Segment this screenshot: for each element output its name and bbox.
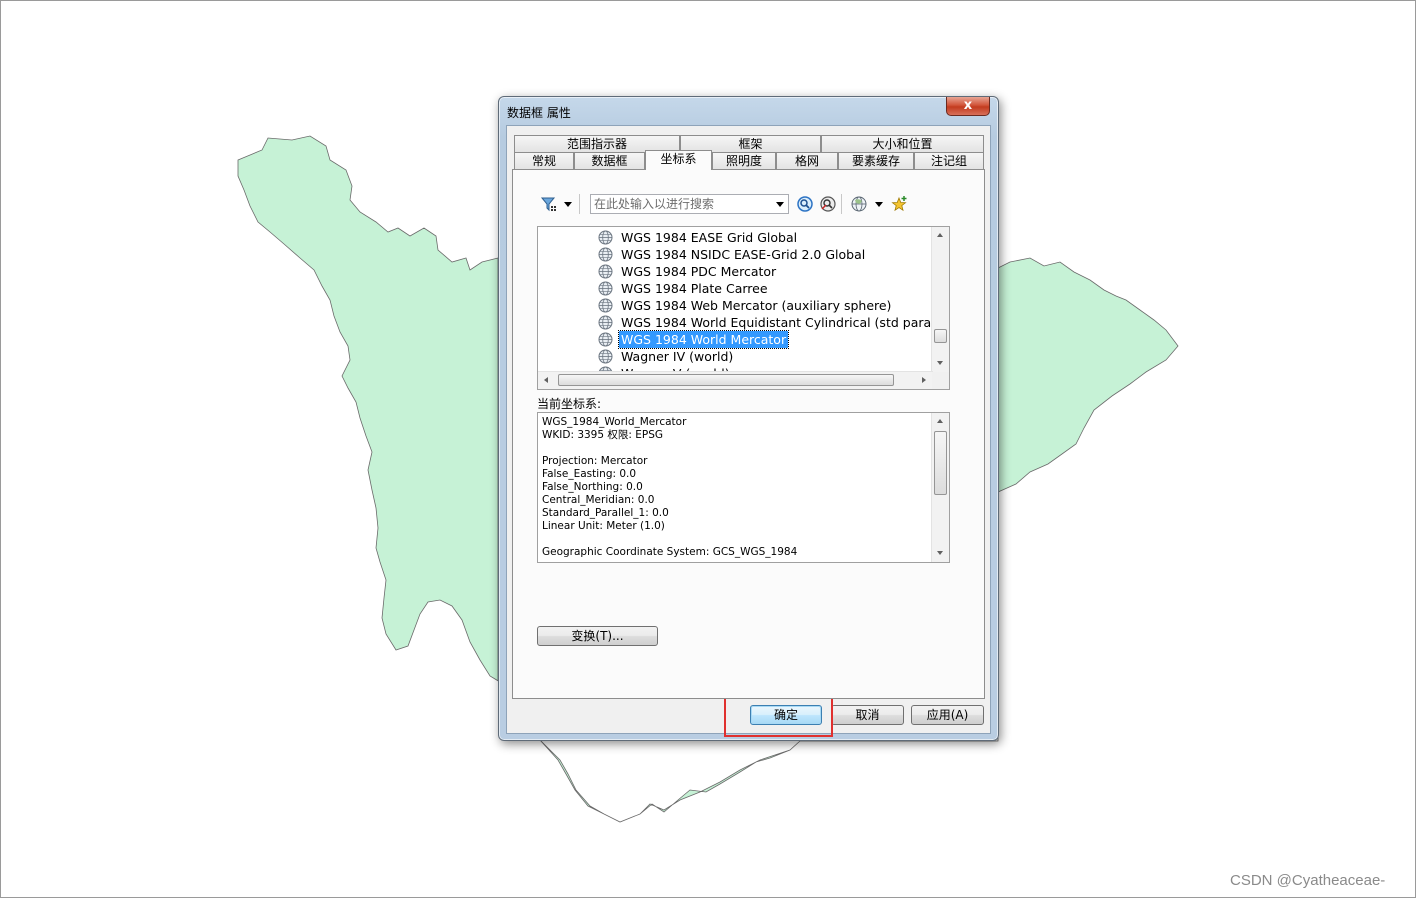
- scroll-right-arrow-icon[interactable]: [922, 377, 926, 383]
- current-cs-label: 当前坐标系:: [537, 397, 602, 411]
- list-vertical-scrollbar[interactable]: [931, 227, 949, 373]
- list-item-label: WGS 1984 World Mercator: [617, 330, 790, 349]
- tab-label: 注记组: [930, 154, 967, 168]
- globe-icon: [598, 247, 613, 262]
- detail-line: Linear Unit: Meter (1.0): [542, 520, 665, 532]
- tab-label: 大小和位置: [872, 137, 933, 151]
- detail-line: False_Northing: 0.0: [542, 481, 643, 493]
- transform-button[interactable]: 变换(T)...: [537, 626, 658, 646]
- detail-line: Standard_Parallel_1: 0.0: [542, 507, 669, 519]
- tab-label: 框架: [738, 137, 763, 151]
- dialog-client-area: 范围指示器 框架 大小和位置 常规 数据框 坐标系 照明度 格网 要素缓存 注记…: [506, 125, 991, 734]
- list-item-label: WGS 1984 PDC Mercator: [621, 264, 777, 279]
- scroll-up-arrow-icon[interactable]: [937, 233, 943, 237]
- scroll-thumb[interactable]: [934, 431, 947, 495]
- filter-dropdown-arrow-icon[interactable]: [564, 202, 572, 207]
- list-horizontal-scrollbar[interactable]: [538, 371, 933, 389]
- detail-line: Central_Meridian: 0.0: [542, 494, 655, 506]
- dialog-title: 数据框 属性: [507, 106, 571, 120]
- toolbar-separator: [579, 194, 580, 214]
- tab-label: 要素缓存: [851, 154, 900, 168]
- list-item-label: WGS 1984 NSIDC EASE-Grid 2.0 Global: [621, 247, 866, 262]
- detail-line: Projection: Mercator: [542, 455, 648, 467]
- current-cs-details[interactable]: WGS_1984_World_Mercator WKID: 3395 权限: E…: [537, 412, 950, 563]
- tab-grids[interactable]: 格网: [776, 152, 838, 169]
- list-item-label: WGS 1984 Plate Carree: [621, 281, 768, 296]
- favorite-star-icon[interactable]: [890, 195, 908, 213]
- detail-line: False_Easting: 0.0: [542, 468, 637, 480]
- tab-annotation-groups[interactable]: 注记组: [914, 152, 984, 169]
- coordinate-system-tree[interactable]: WGS 1984 EASE Grid Global WGS 1984 NSIDC…: [537, 226, 950, 390]
- globe-icon: [598, 230, 613, 245]
- globe-dropdown-arrow-icon[interactable]: [875, 202, 883, 207]
- scroll-up-arrow-icon[interactable]: [937, 419, 943, 423]
- data-frame-properties-dialog: 数据框 属性 x 范围指示器 框架 大小和位置 常规 数据框 坐标系 照明度 格…: [498, 96, 999, 741]
- list-item-label: WGS 1984 Web Mercator (auxiliary sphere): [621, 298, 892, 313]
- tab-general[interactable]: 常规: [514, 152, 574, 169]
- scroll-corner: [932, 372, 949, 389]
- scroll-down-arrow-icon[interactable]: [937, 551, 943, 555]
- globe-icon: [598, 332, 613, 347]
- ok-button[interactable]: 确定: [750, 705, 822, 725]
- globe-add-icon[interactable]: [850, 195, 868, 213]
- scroll-down-arrow-icon[interactable]: [937, 361, 943, 365]
- close-button[interactable]: x: [946, 97, 990, 116]
- toolbar-separator: [841, 194, 842, 214]
- tab-label: 照明度: [725, 154, 762, 168]
- search-placeholder: 在此处输入以进行搜索: [594, 197, 715, 211]
- watermark: CSDN @Cyatheaceae-: [1230, 872, 1386, 889]
- list-item-label: WGS 1984 World Equidistant Cylindrical (…: [621, 315, 950, 330]
- globe-icon: [598, 281, 613, 296]
- apply-button[interactable]: 应用(A): [911, 705, 984, 725]
- filter-icon[interactable]: [540, 195, 558, 213]
- search-dropdown-arrow-icon[interactable]: [776, 202, 784, 207]
- globe-icon: [598, 264, 613, 279]
- search-icon[interactable]: [796, 195, 814, 213]
- clear-search-icon[interactable]: [819, 195, 837, 213]
- close-icon: x: [963, 98, 973, 113]
- tab-data-frame[interactable]: 数据框: [574, 152, 645, 169]
- list-item-label: Wagner IV (world): [621, 349, 734, 364]
- tab-label: 常规: [531, 154, 556, 168]
- tab-label: 范围指示器: [566, 137, 627, 151]
- globe-icon: [598, 298, 613, 313]
- cancel-button[interactable]: 取消: [831, 705, 904, 725]
- tab-size-and-position[interactable]: 大小和位置: [821, 135, 984, 152]
- coordinate-system-panel: 在此处输入以进行搜索 WGS 1984 EASE Grid Global WGS…: [512, 169, 985, 699]
- tab-feature-cache[interactable]: 要素缓存: [838, 152, 914, 169]
- detail-line: WGS_1984_World_Mercator: [542, 416, 687, 428]
- list-item-label: WGS 1984 EASE Grid Global: [621, 230, 798, 245]
- scroll-thumb[interactable]: [558, 374, 894, 386]
- details-vertical-scrollbar[interactable]: [931, 413, 949, 562]
- tab-label: 数据框: [591, 154, 628, 168]
- scroll-left-arrow-icon[interactable]: [544, 377, 548, 383]
- globe-icon: [598, 315, 613, 330]
- tab-coordinate-system[interactable]: 坐标系: [645, 150, 712, 170]
- search-input[interactable]: 在此处输入以进行搜索: [590, 194, 789, 214]
- tab-label: 坐标系: [660, 152, 697, 166]
- globe-icon: [598, 349, 613, 364]
- tab-label: 格网: [794, 154, 819, 168]
- tab-illumination[interactable]: 照明度: [712, 152, 776, 169]
- scroll-thumb[interactable]: [934, 329, 947, 343]
- detail-line: WKID: 3395 权限: EPSG: [542, 429, 664, 441]
- detail-line: Geographic Coordinate System: GCS_WGS_19…: [542, 546, 798, 558]
